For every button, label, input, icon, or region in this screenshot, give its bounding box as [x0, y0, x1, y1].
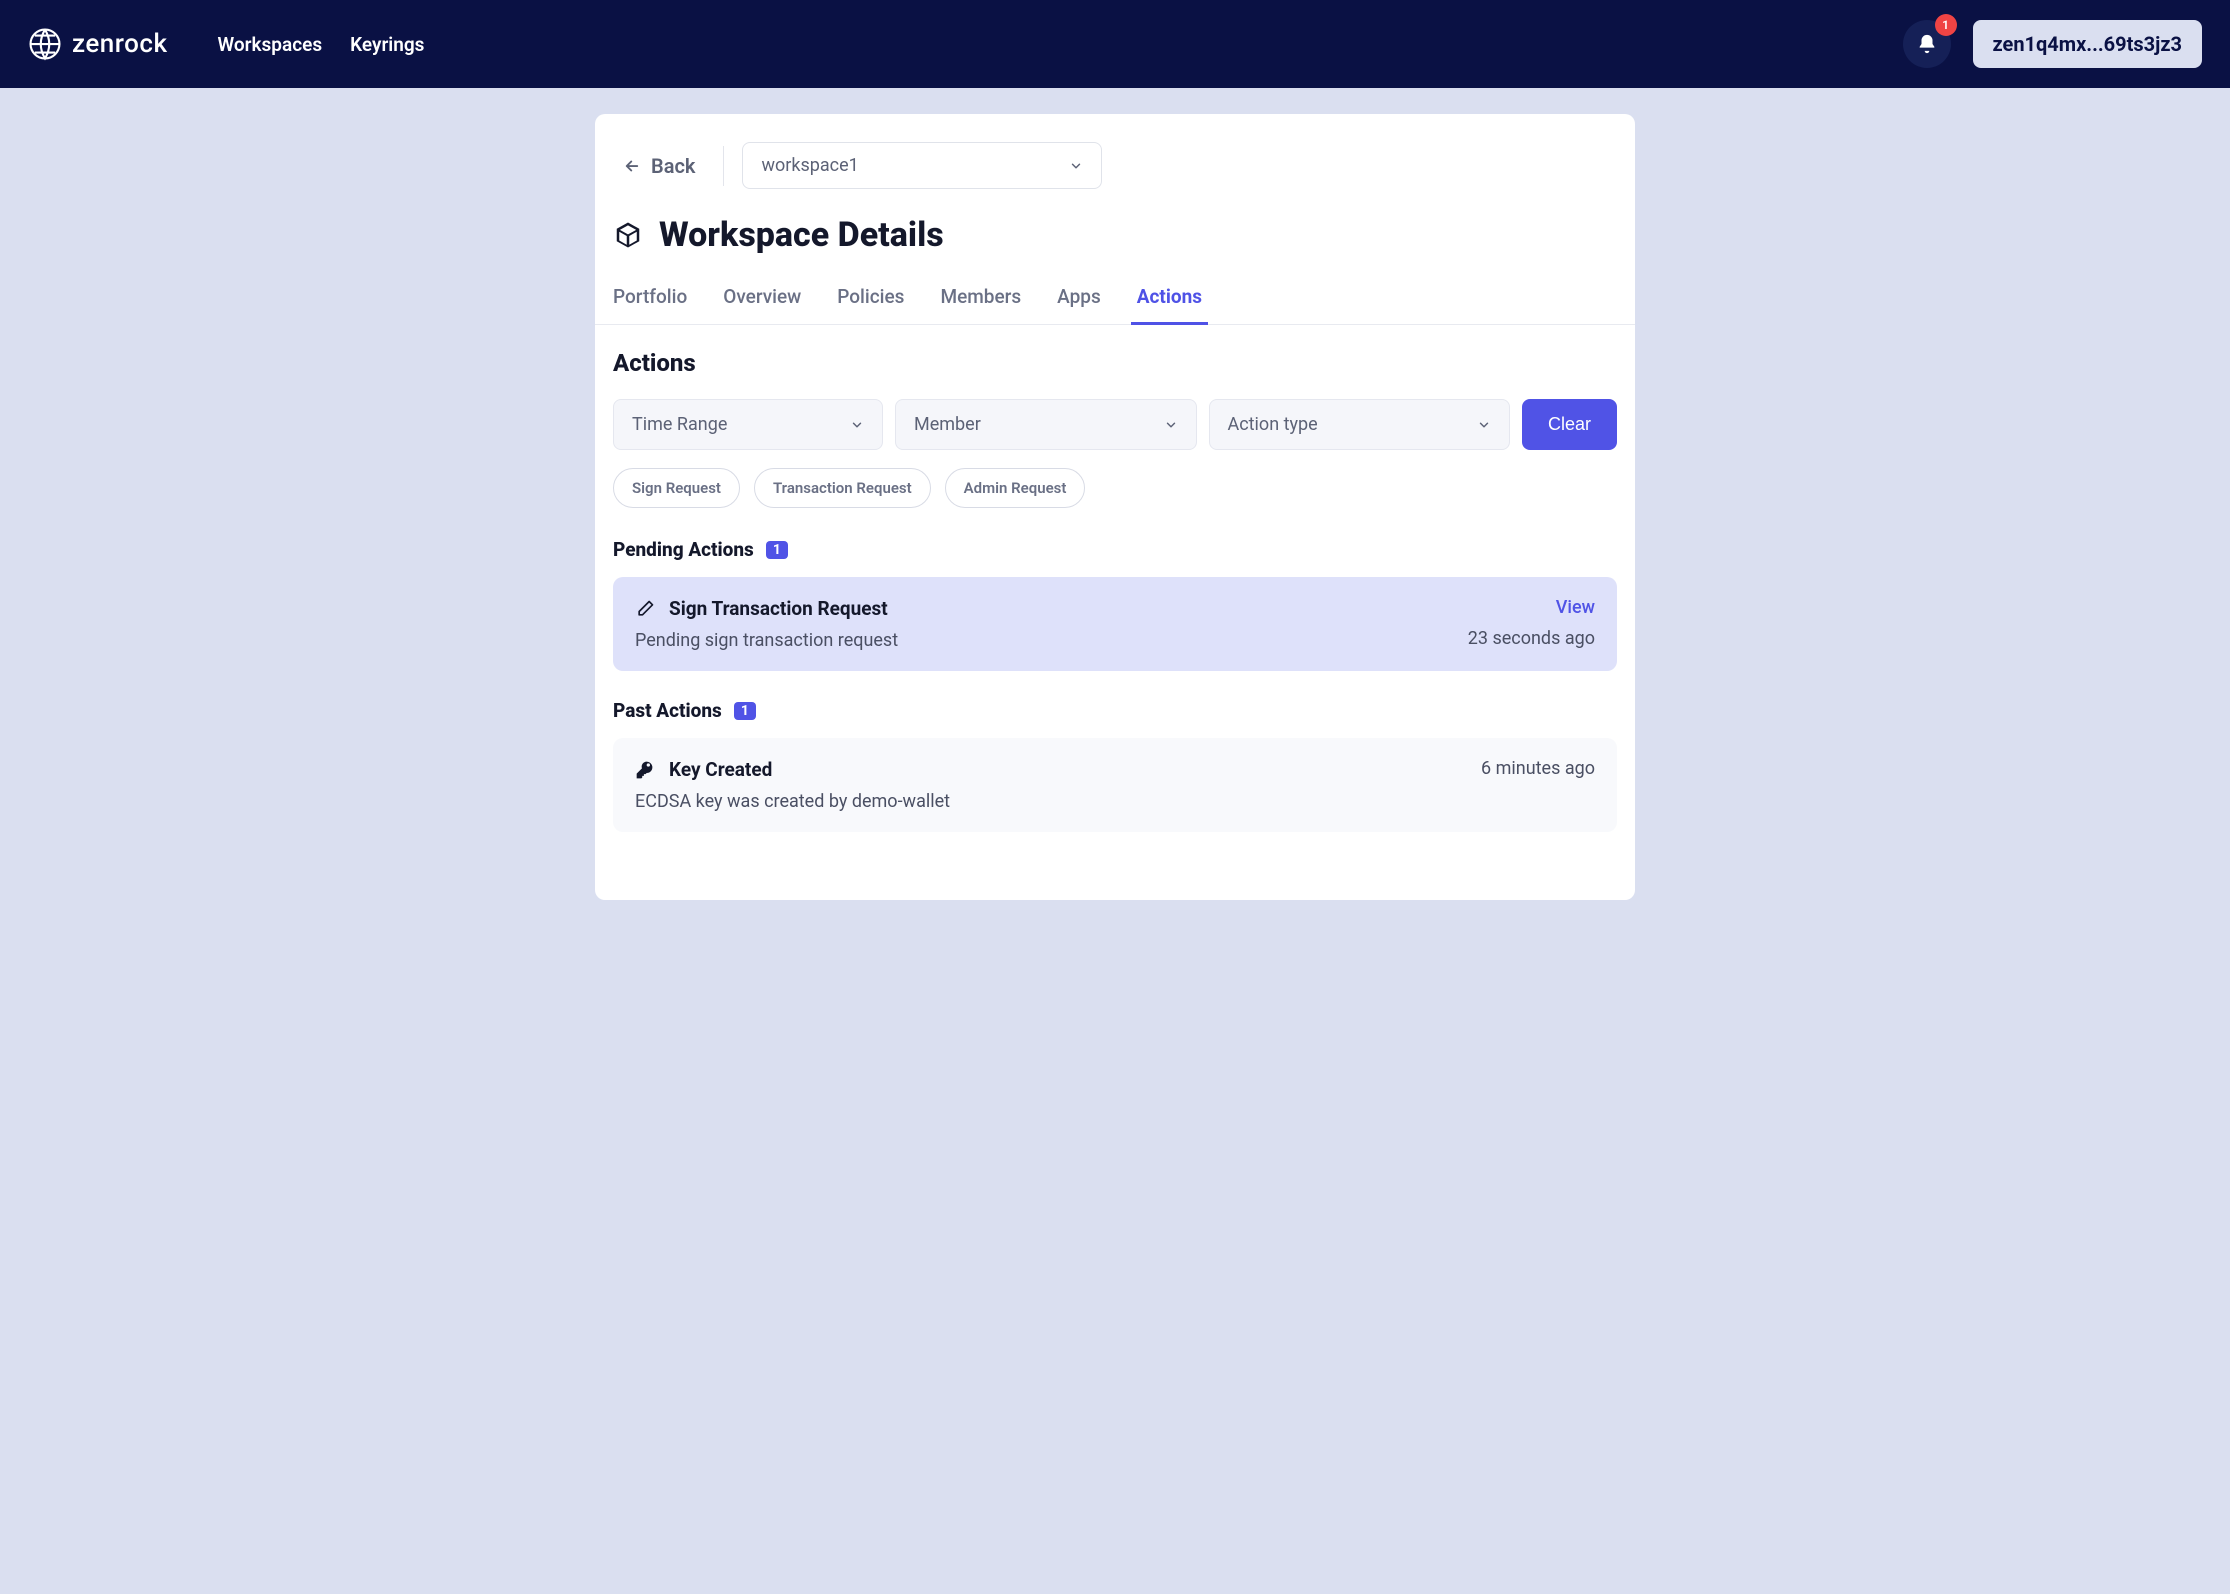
card-desc: ECDSA key was created by demo-wallet: [635, 791, 950, 812]
tab-actions[interactable]: Actions: [1137, 275, 1202, 324]
past-action-card[interactable]: Key Created ECDSA key was created by dem…: [613, 738, 1617, 832]
tab-overview[interactable]: Overview: [723, 275, 801, 324]
pending-header: Pending Actions 1: [613, 538, 1617, 561]
card-title-row: Sign Transaction Request: [635, 597, 898, 620]
address-button[interactable]: zen1q4mx...69ts3jz3: [1973, 20, 2202, 68]
past-count-badge: 1: [734, 702, 756, 720]
notification-count-badge: 1: [1935, 14, 1957, 36]
tabs: Portfolio Overview Policies Members Apps…: [595, 275, 1635, 325]
filter-time-range-label: Time Range: [632, 414, 727, 435]
card-right: View 23 seconds ago: [1468, 597, 1595, 651]
notifications-button[interactable]: 1: [1903, 20, 1951, 68]
tab-apps[interactable]: Apps: [1057, 275, 1101, 324]
pen-icon: [635, 599, 655, 619]
chip-transaction-request[interactable]: Transaction Request: [754, 468, 931, 508]
bell-icon: [1916, 33, 1938, 55]
tab-portfolio[interactable]: Portfolio: [613, 275, 687, 324]
back-button[interactable]: Back: [613, 148, 705, 184]
top-row: Back workspace1: [595, 142, 1635, 189]
filter-member[interactable]: Member: [895, 399, 1197, 450]
chevron-down-icon: [1477, 418, 1491, 432]
card-desc: Pending sign transaction request: [635, 630, 898, 651]
filter-member-label: Member: [914, 414, 981, 435]
nav-links: Workspaces Keyrings: [218, 33, 425, 56]
arrow-left-icon: [623, 157, 641, 175]
workspace-selected-value: workspace1: [761, 155, 858, 176]
workspace-selector[interactable]: workspace1: [742, 142, 1102, 189]
chip-sign-request[interactable]: Sign Request: [613, 468, 740, 508]
pending-count-badge: 1: [766, 541, 788, 559]
card-title: Sign Transaction Request: [669, 597, 888, 620]
nav-workspaces[interactable]: Workspaces: [218, 33, 323, 56]
logo[interactable]: zenrock: [28, 27, 168, 61]
section-title: Actions: [613, 349, 1617, 377]
filter-action-type-label: Action type: [1228, 414, 1318, 435]
tab-members[interactable]: Members: [940, 275, 1021, 324]
card-left: Key Created ECDSA key was created by dem…: [635, 758, 950, 812]
chevron-down-icon: [1164, 418, 1178, 432]
page-title: Workspace Details: [659, 215, 944, 255]
divider: [723, 146, 724, 186]
pending-title: Pending Actions: [613, 538, 754, 561]
chevron-down-icon: [1069, 159, 1083, 173]
chevron-down-icon: [850, 418, 864, 432]
timestamp: 6 minutes ago: [1481, 758, 1595, 779]
clear-button[interactable]: Clear: [1522, 399, 1617, 450]
brand-name: zenrock: [72, 29, 168, 59]
filter-time-range[interactable]: Time Range: [613, 399, 883, 450]
content: Actions Time Range Member Action type Cl…: [595, 325, 1635, 832]
pending-action-card[interactable]: Sign Transaction Request Pending sign tr…: [613, 577, 1617, 671]
card-left: Sign Transaction Request Pending sign tr…: [635, 597, 898, 651]
card-title: Key Created: [669, 758, 772, 781]
tab-policies[interactable]: Policies: [837, 275, 904, 324]
back-label: Back: [651, 154, 695, 178]
navbar: zenrock Workspaces Keyrings 1 zen1q4mx..…: [0, 0, 2230, 88]
page-title-row: Workspace Details: [595, 189, 1635, 275]
nav-keyrings[interactable]: Keyrings: [350, 33, 424, 56]
past-header: Past Actions 1: [613, 699, 1617, 722]
past-title: Past Actions: [613, 699, 722, 722]
cube-icon: [613, 220, 643, 250]
logo-icon: [28, 27, 62, 61]
nav-right: 1 zen1q4mx...69ts3jz3: [1903, 20, 2202, 68]
filter-row: Time Range Member Action type Clear: [613, 399, 1617, 450]
main-card: Back workspace1 Workspace Details Portfo…: [595, 114, 1635, 900]
chip-admin-request[interactable]: Admin Request: [945, 468, 1086, 508]
filter-action-type[interactable]: Action type: [1209, 399, 1511, 450]
key-icon: [635, 760, 655, 780]
chip-row: Sign Request Transaction Request Admin R…: [613, 468, 1617, 508]
card-right: 6 minutes ago: [1481, 758, 1595, 812]
timestamp: 23 seconds ago: [1468, 628, 1595, 649]
view-link[interactable]: View: [1556, 597, 1595, 618]
card-title-row: Key Created: [635, 758, 950, 781]
